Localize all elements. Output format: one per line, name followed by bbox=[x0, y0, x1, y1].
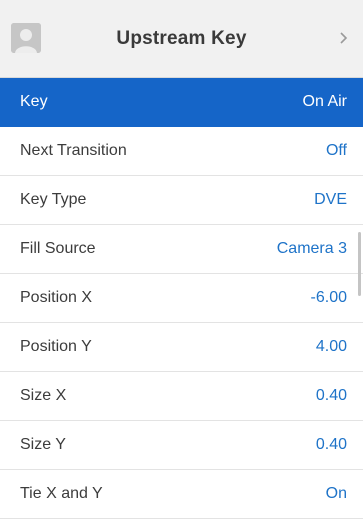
row-value: 4.00 bbox=[315, 338, 347, 355]
row-label: Next Transition bbox=[20, 142, 127, 159]
chevron-right-icon[interactable] bbox=[337, 28, 351, 48]
row-tie-x-and-y[interactable]: Tie X and Y On bbox=[0, 470, 363, 519]
row-value: On bbox=[325, 485, 347, 502]
upstream-key-panel: Upstream Key Key On Air Next Transition … bbox=[0, 0, 363, 523]
row-value: 0.40 bbox=[315, 436, 347, 453]
row-value: Off bbox=[325, 142, 347, 159]
row-key-type[interactable]: Key Type DVE bbox=[0, 176, 363, 225]
row-label: Tie X and Y bbox=[20, 485, 103, 502]
row-fill-source[interactable]: Fill Source Camera 3 bbox=[0, 225, 363, 274]
row-label: Size Y bbox=[20, 436, 66, 453]
camera-source-icon bbox=[11, 23, 41, 53]
row-value: DVE bbox=[314, 191, 347, 208]
row-position-y[interactable]: Position Y 4.00 bbox=[0, 323, 363, 372]
row-key[interactable]: Key On Air bbox=[0, 78, 363, 127]
row-size-y[interactable]: Size Y 0.40 bbox=[0, 421, 363, 470]
row-label: Key bbox=[20, 93, 48, 110]
row-value: 0.40 bbox=[315, 387, 347, 404]
scrollbar[interactable] bbox=[358, 232, 361, 296]
row-label: Position X bbox=[20, 289, 93, 306]
row-label: Position Y bbox=[20, 338, 92, 355]
row-value: Camera 3 bbox=[276, 240, 347, 257]
panel-title: Upstream Key bbox=[116, 28, 247, 49]
row-size-x[interactable]: Size X 0.40 bbox=[0, 372, 363, 421]
row-position-x[interactable]: Position X -6.00 bbox=[0, 274, 363, 323]
row-label: Fill Source bbox=[20, 240, 96, 257]
row-label: Size X bbox=[20, 387, 67, 404]
row-label: Key Type bbox=[20, 191, 87, 208]
row-next-transition[interactable]: Next Transition Off bbox=[0, 127, 363, 176]
settings-list: Key On Air Next Transition Off Key Type … bbox=[0, 78, 363, 519]
panel-header: Upstream Key bbox=[0, 0, 363, 78]
row-value: On Air bbox=[302, 93, 347, 110]
row-value: -6.00 bbox=[310, 289, 347, 306]
